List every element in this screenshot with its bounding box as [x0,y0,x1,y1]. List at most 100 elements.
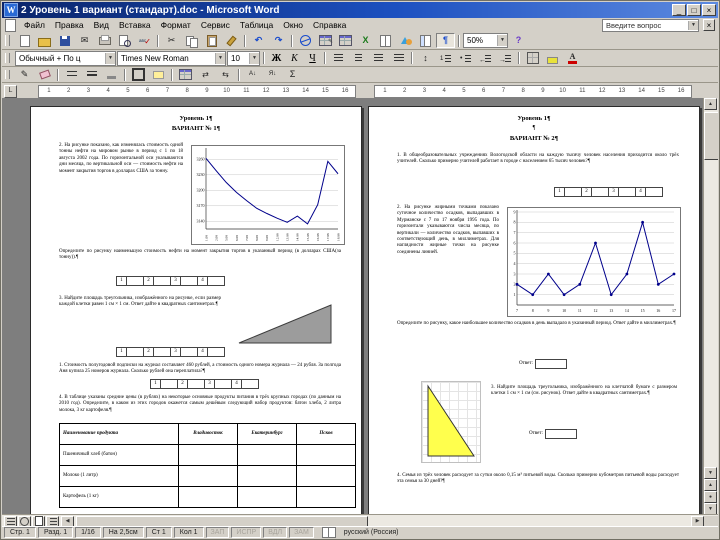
previous-page-button[interactable]: ▲ [704,479,717,491]
page-1[interactable]: Уровень 1¶ ВАРИАНТ № 1¶ 2. На рисунке по… [30,106,362,515]
eraser-button[interactable] [35,67,54,82]
format-painter-button[interactable] [222,33,241,48]
bulleted-list-button[interactable] [456,51,475,66]
close-document-button[interactable]: × [703,19,715,31]
split-cells-button[interactable] [216,67,235,82]
italic-button[interactable]: К [286,51,303,65]
page-2[interactable]: Уровень 1¶ ¶ ВАРИАНТ № 2¶ 1. В общеобраз… [368,106,700,515]
scroll-right-button[interactable]: ▶ [691,515,704,527]
answer-box[interactable] [534,359,567,369]
new-document-button[interactable] [15,33,34,48]
answer-choice-box[interactable] [618,187,636,197]
font-combo[interactable]: Times New Roman ▼ [117,50,226,66]
answer-choice-box[interactable] [126,276,144,286]
draw-table-button[interactable] [15,67,34,82]
sort-descending-button[interactable] [263,67,282,82]
sort-ascending-button[interactable] [243,67,262,82]
answer-choice-box[interactable] [160,379,178,389]
answer-choice-box[interactable] [207,276,225,286]
merge-cells-button[interactable] [196,67,215,82]
line-style-button[interactable] [62,67,81,82]
document-map-button[interactable] [416,33,435,48]
print-button[interactable] [95,33,114,48]
insert-table-button[interactable] [176,67,195,82]
answer-choice-box[interactable] [126,347,144,357]
answer-choice-box[interactable] [180,276,198,286]
decrease-indent-button[interactable] [476,51,495,67]
redo-button[interactable] [269,33,288,48]
insert-table-button[interactable] [336,33,355,48]
answer-choice-box[interactable] [187,379,205,389]
shading-color-button[interactable] [149,67,168,82]
answer-choice-box[interactable] [645,187,663,197]
zoom-combo[interactable]: 50% ▼ [463,33,508,48]
font-color-button[interactable] [563,51,582,66]
select-browse-object-button[interactable]: ● [704,491,717,503]
question-box[interactable]: Введите вопрос ▼ [602,18,699,32]
horizontal-scrollbar-track[interactable] [74,515,691,529]
show-formatting-button[interactable] [436,33,455,48]
answer-choice-box[interactable] [591,187,609,197]
menu-view[interactable]: Вид [89,19,114,32]
scroll-up-button[interactable]: ▲ [704,98,717,110]
numbered-list-button[interactable] [436,51,455,66]
border-color-button[interactable] [102,67,121,82]
status-toggle-зап[interactable]: ЗАП [205,527,230,538]
status-toggle-вдл[interactable]: ВДЛ [263,527,288,538]
undo-button[interactable] [249,33,268,48]
line-weight-button[interactable] [82,67,101,82]
menu-table[interactable]: Таблица [235,19,278,32]
maximize-button[interactable]: □ [687,4,701,16]
underline-button[interactable]: Ч [304,51,321,65]
insert-hyperlink-button[interactable] [296,33,315,48]
scroll-down-button[interactable]: ▼ [704,467,717,479]
menu-window[interactable]: Окно [278,19,308,32]
menu-file[interactable]: Файл [19,19,50,32]
answer-choice-box[interactable] [153,347,171,357]
menu-help[interactable]: Справка [308,19,351,32]
status-toggle-испр[interactable]: ИСПР [231,527,262,538]
help-button[interactable] [509,33,528,48]
insert-excel-button[interactable] [356,33,375,48]
align-left-button[interactable] [329,51,348,66]
answer-choice-box[interactable] [153,276,171,286]
menu-format[interactable]: Формат [156,19,196,32]
email-button[interactable] [75,33,94,48]
style-combo[interactable]: Обычный + По ц ▼ [15,50,116,66]
open-button[interactable] [35,33,54,48]
ruler-segment-page2[interactable]: 1 2 3 4 5 6 7 8 9 10 11 12 13 14 15 16 [374,85,692,98]
answer-choice-box[interactable] [214,379,232,389]
ruler-segment-page1[interactable]: 1 2 3 4 5 6 7 8 9 10 11 12 13 14 15 16 [38,85,356,98]
status-toggle-зам[interactable]: ЗАМ [289,527,314,538]
answer-choice-box[interactable] [564,187,582,197]
vertical-scrollbar-thumb[interactable] [704,112,718,160]
save-button[interactable] [55,33,74,48]
tables-and-borders-button[interactable] [316,33,335,49]
borders-button[interactable] [523,51,542,66]
menu-edit[interactable]: Правка [50,19,89,32]
scroll-left-button[interactable]: ◀ [61,515,74,527]
answer-box[interactable] [544,429,577,439]
tab-stop-selector[interactable]: L [4,85,17,98]
menu-insert[interactable]: Вставка [114,19,156,32]
line-spacing-button[interactable] [416,51,435,66]
paste-button[interactable] [202,33,221,48]
justify-button[interactable] [389,51,408,66]
drawing-button[interactable] [396,33,415,48]
vertical-scrollbar[interactable]: ▲ ▼ ▲ ● ▼ [703,98,718,515]
print-preview-button[interactable] [115,33,134,48]
font-size-combo[interactable]: 10 ▼ [227,50,260,66]
align-right-button[interactable] [369,51,388,66]
increase-indent-button[interactable] [496,51,515,67]
autosum-button[interactable] [283,67,302,82]
bold-button[interactable]: Ж [268,51,285,65]
web-layout-view-button[interactable] [18,515,31,527]
copy-button[interactable] [182,33,201,48]
chevron-down-icon[interactable]: ▼ [688,20,698,30]
outside-border-button[interactable] [129,67,148,82]
align-center-button[interactable] [349,51,368,66]
answer-choice-box[interactable] [241,379,259,389]
minimize-button[interactable]: _ [672,4,686,16]
print-layout-view-button[interactable] [32,515,45,527]
highlight-button[interactable] [543,51,562,66]
